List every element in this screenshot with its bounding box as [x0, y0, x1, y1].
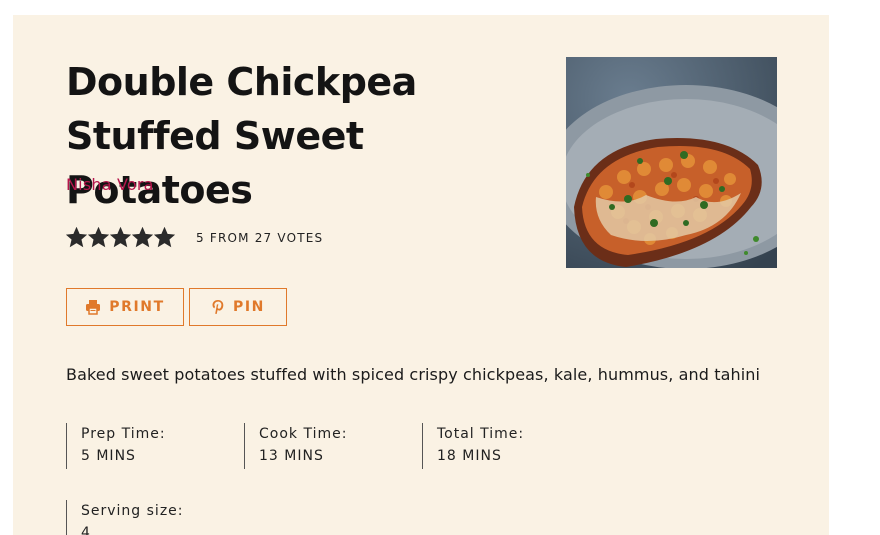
- vote-count: 5 FROM 27 VOTES: [196, 230, 324, 245]
- serving-size-label: Serving size:: [81, 503, 184, 519]
- prep-time: Prep Time: 5 MINS: [66, 423, 166, 469]
- total-time-label: Total Time:: [437, 426, 525, 442]
- recipe-card: Double Chickpea Stuffed Sweet Potatoes N…: [13, 15, 829, 535]
- author-link[interactable]: Nisha Vora: [66, 175, 154, 194]
- star-icon[interactable]: [88, 227, 109, 248]
- star-icon[interactable]: [110, 227, 131, 248]
- prep-time-value: 5 MINS: [81, 448, 136, 464]
- serving-size-value[interactable]: 4: [81, 522, 184, 535]
- pinterest-icon: [212, 300, 224, 314]
- rating: 5 FROM 27 VOTES: [66, 227, 323, 248]
- recipe-summary: Baked sweet potatoes stuffed with spiced…: [66, 365, 761, 384]
- total-time-value: 18 MINS: [437, 448, 502, 464]
- star-icon[interactable]: [132, 227, 153, 248]
- pin-button[interactable]: PIN: [189, 288, 287, 326]
- star-icon[interactable]: [66, 227, 87, 248]
- cook-time-value: 13 MINS: [259, 448, 324, 464]
- pin-label: PIN: [233, 299, 265, 315]
- star-icon[interactable]: [154, 227, 175, 248]
- serving-size: Serving size: 4: [66, 500, 184, 535]
- cook-time-label: Cook Time:: [259, 426, 348, 442]
- cook-time: Cook Time: 13 MINS: [244, 423, 347, 469]
- print-label: PRINT: [109, 299, 165, 315]
- star-rating[interactable]: [66, 227, 175, 248]
- total-time: Total Time: 18 MINS: [422, 423, 524, 469]
- recipe-photo: [566, 57, 777, 268]
- prep-time-label: Prep Time:: [81, 426, 166, 442]
- print-button[interactable]: PRINT: [66, 288, 184, 326]
- printer-icon: [86, 300, 101, 315]
